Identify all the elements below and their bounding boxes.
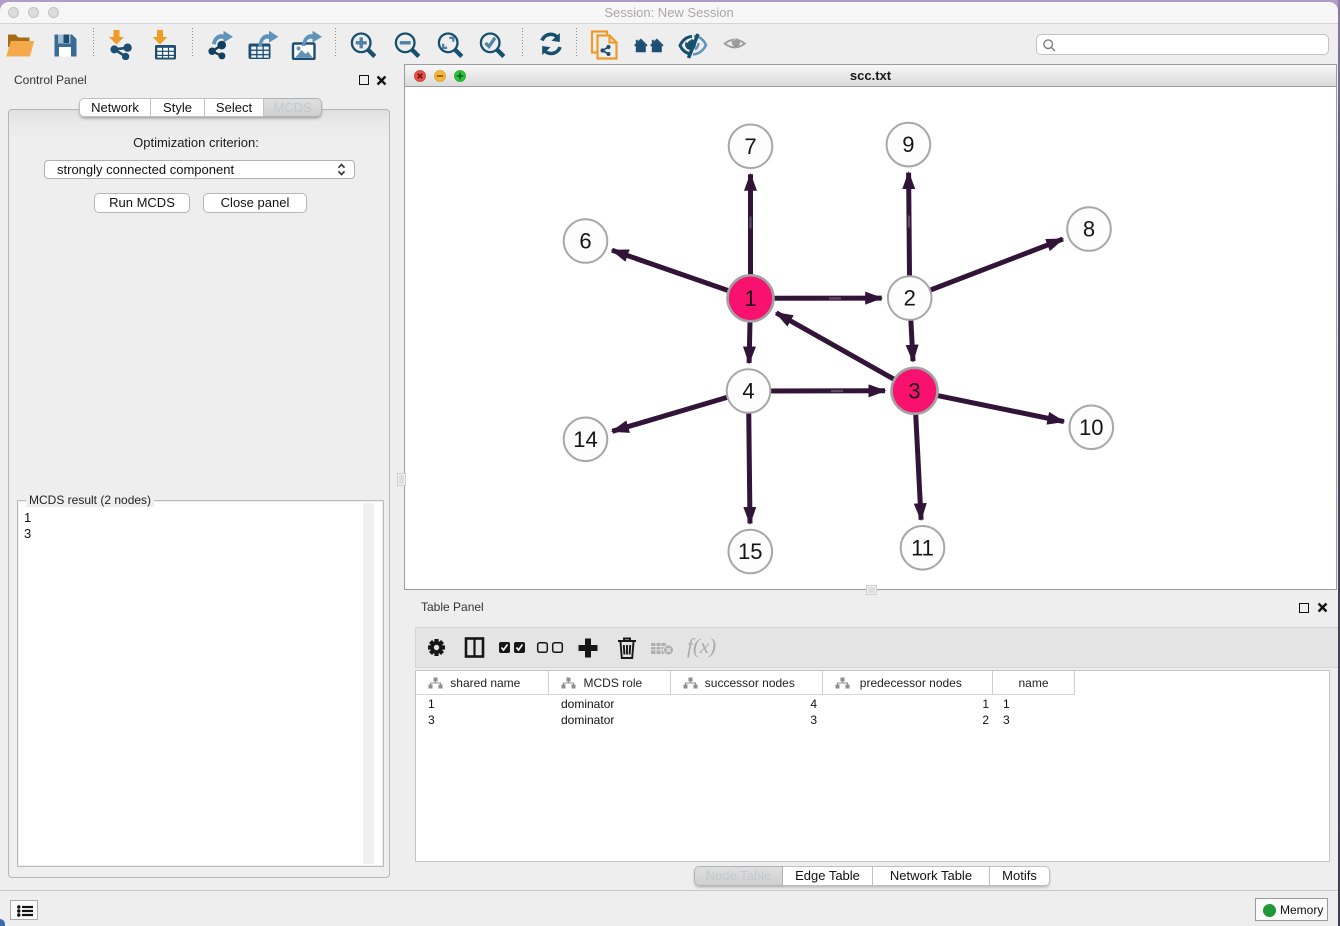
svg-text:4: 4 — [742, 379, 754, 404]
svg-text:3: 3 — [908, 378, 920, 403]
svg-text:2: 2 — [904, 286, 916, 311]
svg-text:15: 15 — [738, 539, 762, 564]
svg-text:7: 7 — [744, 134, 756, 159]
svg-text:14: 14 — [573, 427, 597, 452]
svg-text:11: 11 — [911, 535, 934, 560]
svg-text:9: 9 — [902, 132, 914, 157]
svg-text:8: 8 — [1083, 217, 1095, 242]
svg-text:1: 1 — [744, 286, 756, 311]
svg-text:6: 6 — [579, 229, 591, 254]
svg-text:10: 10 — [1079, 415, 1103, 440]
